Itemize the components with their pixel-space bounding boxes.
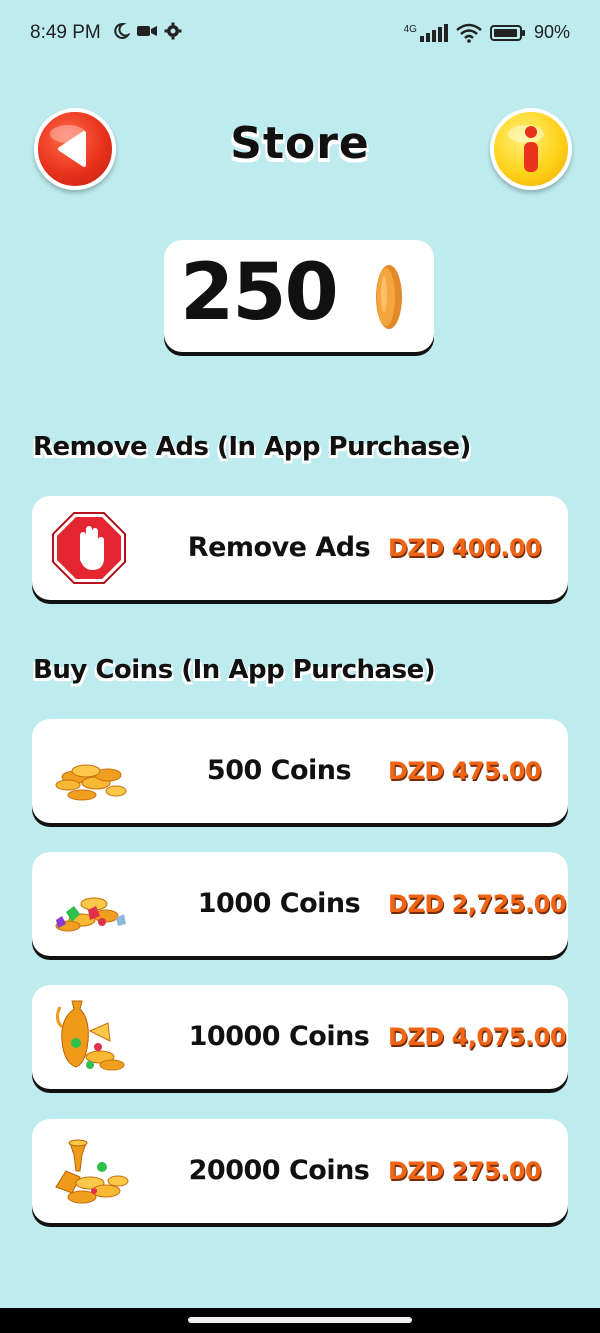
item-price: DZD 400.00 bbox=[388, 534, 542, 562]
coins-20000-item[interactable]: 20000 Coins DZD 275.00 bbox=[32, 1119, 568, 1223]
coins-1000-item[interactable]: 1000 Coins DZD 2,725.00 bbox=[32, 852, 568, 956]
item-label: Remove Ads bbox=[187, 532, 371, 563]
coin-balance-value: 250 bbox=[180, 248, 339, 338]
coins-10000-item[interactable]: 10000 Coins DZD 4,075.00 bbox=[32, 985, 568, 1089]
treasure-pile-icon bbox=[55, 1139, 129, 1204]
wifi-icon bbox=[456, 23, 482, 43]
stop-hand-icon bbox=[52, 512, 126, 584]
coins-500-item[interactable]: 500 Coins DZD 475.00 bbox=[32, 719, 568, 823]
video-camera-icon bbox=[137, 26, 157, 36]
treasure-vase-icon bbox=[55, 1000, 125, 1071]
network-type: 4G bbox=[403, 23, 417, 35]
item-label: 10000 Coins bbox=[188, 1021, 370, 1052]
battery-icon bbox=[489, 24, 525, 41]
signal-icon: 4G bbox=[403, 23, 448, 42]
gear-icon bbox=[164, 22, 182, 40]
moon-icon bbox=[114, 22, 130, 39]
item-price: DZD 2,725.00 bbox=[388, 890, 567, 918]
coin-icon bbox=[376, 265, 402, 329]
coin-balance: 250 bbox=[164, 240, 434, 352]
coin-pile-icon bbox=[55, 764, 127, 801]
item-price: DZD 275.00 bbox=[388, 1157, 542, 1185]
remove-ads-section-title: Remove Ads (In App Purchase) bbox=[33, 432, 471, 462]
item-label: 20000 Coins bbox=[188, 1155, 370, 1186]
buy-coins-section-title: Buy Coins (In App Purchase) bbox=[33, 655, 436, 685]
battery-percent: 90% bbox=[533, 22, 570, 42]
info-icon bbox=[508, 125, 544, 172]
remove-ads-item[interactable]: Remove Ads DZD 400.00 bbox=[32, 496, 568, 600]
item-label: 500 Coins bbox=[206, 755, 352, 786]
item-price: DZD 475.00 bbox=[388, 757, 542, 785]
item-label: 1000 Coins bbox=[197, 888, 361, 919]
info-button[interactable] bbox=[490, 108, 572, 190]
home-gesture-handle[interactable] bbox=[188, 1317, 412, 1323]
item-price: DZD 4,075.00 bbox=[388, 1023, 567, 1051]
status-time: 8:49 PM bbox=[30, 22, 101, 43]
coins-gems-icon bbox=[55, 897, 126, 932]
status-bar: 8:49 PM 4G 90% bbox=[0, 0, 600, 66]
